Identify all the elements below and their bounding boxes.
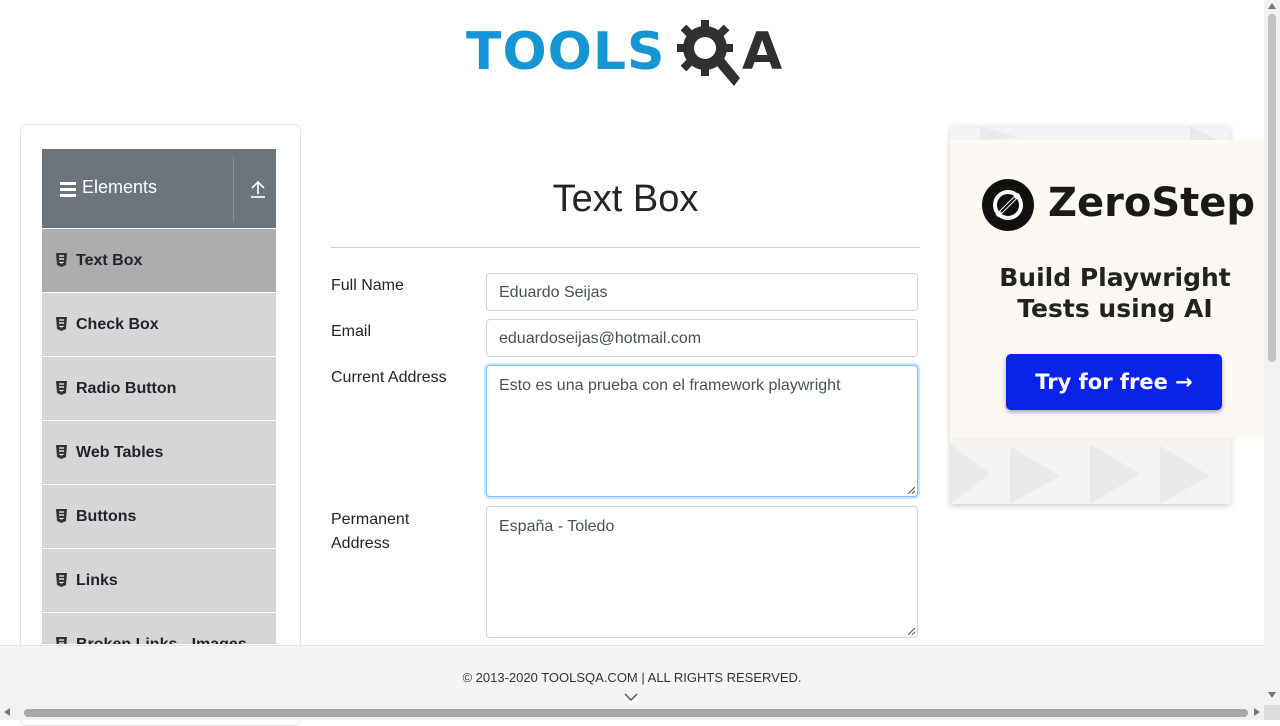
scrollbar-corner [1264,705,1280,720]
current-address-textarea[interactable]: Esto es una prueba con el framework play… [486,365,918,497]
permanent-address-label: Permanent Address [331,508,409,556]
footer-copyright: © 2013-2020 TOOLSQA.COM | ALL RIGHTS RES… [462,670,802,685]
sidebar-item-text-box[interactable]: Text Box [42,229,276,292]
ad-headline: Build Playwright Tests using AI [980,262,1250,324]
html5-icon [56,253,67,267]
html5-icon [56,445,67,459]
sidebar-item-label: Buttons [76,508,137,525]
horizontal-scrollbar[interactable] [0,705,1264,720]
group-title: Elements [82,177,158,197]
sidebar-item-label: Check Box [76,316,159,333]
ad-headline-line2: Tests using AI [1017,294,1213,323]
collapse-up-icon[interactable] [248,179,268,201]
email-label: Email [331,323,372,340]
scroll-up-arrow-icon[interactable] [1268,3,1276,9]
current-address-label: Current Address [331,369,447,386]
sidebar-item-label: Radio Button [76,380,177,397]
sidebar-item-check-box[interactable]: Check Box [42,293,276,356]
title-divider [331,247,920,248]
current-address-value: Esto es una prueba con el framework play… [499,377,841,394]
permanent-address-textarea[interactable]: España - Toledo [486,506,918,638]
sidebar-item-broken-links[interactable]: Broken Links - Images [42,613,276,644]
ad-headline-line1: Build Playwright [999,263,1231,292]
sidebar-item-buttons[interactable]: Buttons [42,485,276,548]
vertical-scrollbar[interactable] [1264,0,1280,705]
html5-icon [56,573,67,587]
full-name-label: Full Name [331,277,404,294]
elements-menu: Text Box Check Box Radio Button Web Tabl… [42,229,276,644]
chevron-down-icon[interactable] [624,692,638,702]
html5-icon [56,317,67,331]
sidebar-item-label: Text Box [76,252,143,269]
sidebar-item-label: Web Tables [76,444,164,461]
scroll-down-arrow-icon[interactable] [1268,692,1276,698]
zerostep-logo-icon [982,179,1034,231]
logo-a: A [742,22,783,82]
header-divider [233,157,234,221]
ad-brand: ZeroStep [1048,180,1256,226]
html5-icon [56,637,67,644]
full-name-input[interactable]: Eduardo Seijas [486,273,918,311]
resize-grip-icon[interactable] [907,627,915,635]
hamburger-icon [60,182,76,197]
try-for-free-button[interactable]: Try for free → [1006,354,1222,410]
html5-icon [56,381,67,395]
sidebar-item-links[interactable]: Links [42,549,276,612]
permanent-label-line2: Address [331,535,390,552]
gear-q-icon [677,20,740,86]
footer: © 2013-2020 TOOLSQA.COM | ALL RIGHTS RES… [0,645,1264,706]
resize-grip-icon[interactable] [907,486,915,494]
sidebar-item-radio-button[interactable]: Radio Button [42,357,276,420]
sidebar-item-label: Broken Links - Images [76,636,247,644]
sidebar-item-web-tables[interactable]: Web Tables [42,421,276,484]
vertical-scroll-thumb[interactable] [1268,14,1276,362]
elements-group-header[interactable]: Elements [42,149,276,228]
permanent-address-value: España - Toledo [499,518,615,535]
page-title: Text Box [552,178,699,220]
sidebar-item-label: Links [76,572,118,589]
horizontal-scroll-thumb[interactable] [24,709,1248,717]
scroll-right-arrow-icon[interactable] [1254,708,1260,716]
scroll-left-arrow-icon[interactable] [4,708,10,716]
email-input[interactable]: eduardoseijas@hotmail.com [486,319,918,357]
permanent-label-line1: Permanent [331,511,410,528]
html5-icon [56,509,67,523]
toolsqa-logo[interactable]: TOOLS A [466,16,790,90]
logo-text: TOOLS [466,22,666,82]
